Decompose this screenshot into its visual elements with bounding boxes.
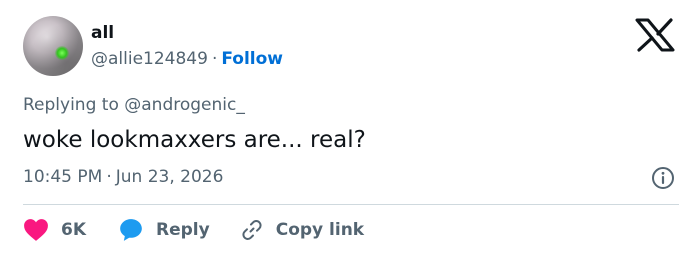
avatar-shade: [23, 16, 83, 76]
reply-button[interactable]: Reply: [118, 217, 210, 243]
heart-icon: [24, 219, 48, 241]
tweet-text: woke lookmaxxers are... real?: [23, 127, 366, 153]
handle-separator: ·: [211, 49, 218, 69]
info-icon[interactable]: [651, 166, 675, 190]
divider: [23, 204, 679, 205]
avatar-glow: [55, 46, 69, 60]
like-button[interactable]: 6K: [23, 218, 86, 242]
handle-row: @allie124849 · Follow: [91, 47, 283, 71]
tweet-date[interactable]: Jun 23, 2026: [116, 167, 224, 187]
tweet-time[interactable]: 10:45 PM: [23, 167, 102, 187]
copy-link-button[interactable]: Copy link: [240, 218, 364, 242]
link-icon: [242, 220, 262, 240]
tweet-meta: 10:45 PM · Jun 23, 2026: [23, 166, 223, 188]
reply-mention[interactable]: @androgenic_: [124, 95, 245, 115]
x-logo-icon[interactable]: [634, 18, 676, 52]
reply-prefix: Replying to: [23, 95, 119, 115]
follow-button[interactable]: Follow: [221, 49, 283, 69]
reply-context: Replying to @androgenic_: [23, 94, 245, 116]
meta-separator: ·: [106, 167, 112, 187]
action-bar: 6K Reply Copy link: [23, 216, 364, 244]
user-handle[interactable]: @allie124849: [91, 49, 208, 69]
copy-link-label: Copy link: [275, 220, 365, 240]
reply-label: Reply: [156, 220, 210, 240]
display-name[interactable]: all: [91, 22, 114, 44]
avatar[interactable]: [23, 16, 83, 76]
like-count: 6K: [61, 220, 87, 240]
speech-bubble-icon: [120, 219, 142, 241]
